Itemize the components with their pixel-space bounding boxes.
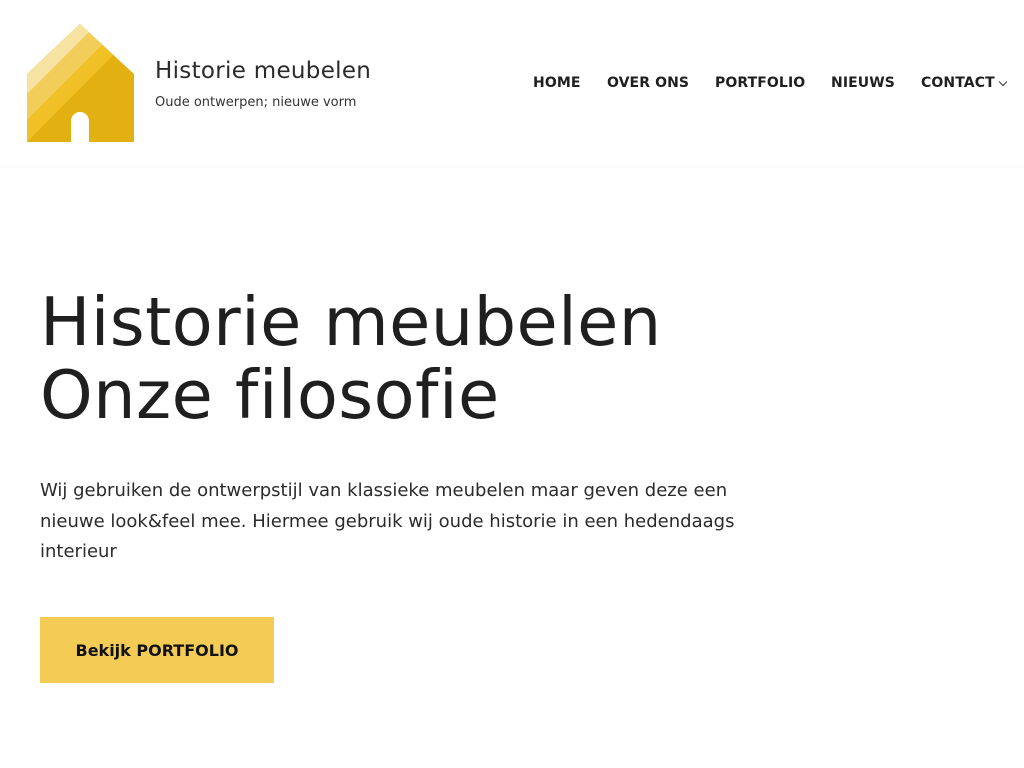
site-tagline: Oude ontwerpen; nieuwe vorm [155,95,357,110]
hero-heading: Historie meubelen Onze filosofie [40,286,662,432]
site-logo-link[interactable] [27,24,134,142]
hero-heading-line-2: Onze filosofie [40,356,500,434]
nav-item-over-ons[interactable]: OVER ONS [607,74,689,92]
view-portfolio-button[interactable]: Bekijk PORTFOLIO [40,617,274,683]
nav-item-portfolio[interactable]: PORTFOLIO [715,74,805,92]
hero-description: Wij gebruiken de ontwerpstijl van klassi… [40,480,735,562]
site-header: Historie meubelen Oude ontwerpen; nieuwe… [0,0,1024,166]
nav-item-nieuws[interactable]: NIEUWS [831,74,895,92]
nav-item-home[interactable]: HOME [533,74,581,92]
nav-item-contact[interactable]: CONTACT [921,74,995,92]
chevron-down-icon[interactable] [998,77,1008,87]
site-title[interactable]: Historie meubelen [155,56,371,86]
page: Historie meubelen Oude ontwerpen; nieuwe… [0,0,1024,768]
hero-heading-line-1: Historie meubelen [40,283,662,361]
house-logo-icon [27,24,134,142]
brand: Historie meubelen Oude ontwerpen; nieuwe… [155,56,371,110]
